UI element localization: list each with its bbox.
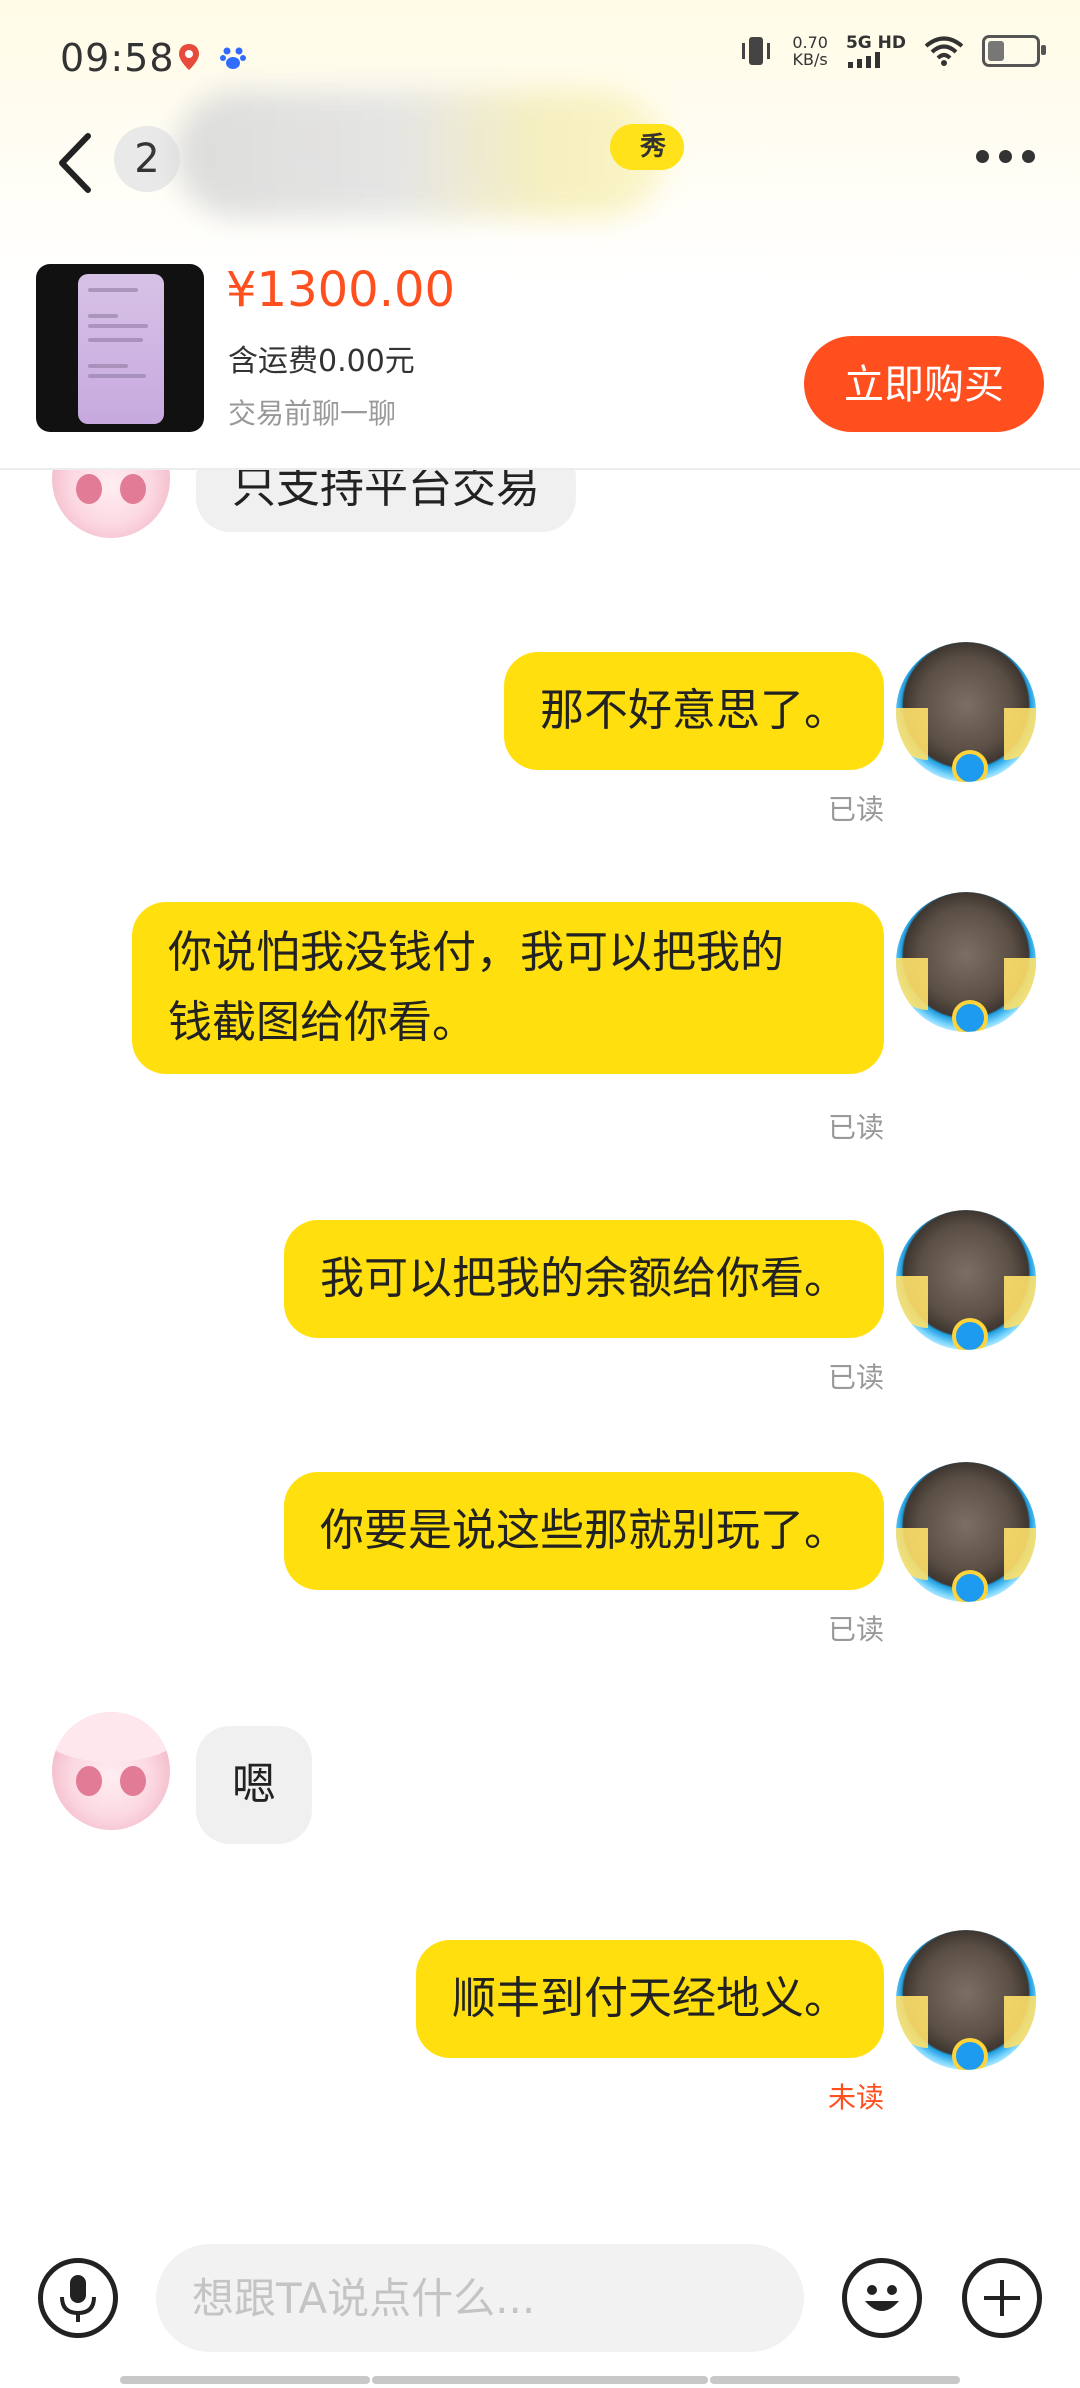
message-bubble-outgoing[interactable]: 你要是说这些那就别玩了。	[284, 1472, 884, 1590]
emoji-icon[interactable]	[842, 2258, 922, 2338]
message-list[interactable]: 只支持平台交易 那不好意思了。 已读 你说怕我没钱付，我可以把我的 钱截图给你看…	[0, 470, 1080, 2240]
message-bubble-outgoing[interactable]: 那不好意思了。	[504, 652, 884, 770]
more-icon[interactable]	[976, 150, 1035, 163]
unread-count-badge: 2	[114, 126, 180, 192]
net-speed: 0.70 KB/s	[792, 33, 828, 69]
my-avatar[interactable]	[896, 892, 1036, 1032]
network-type: 5G HD	[845, 32, 906, 53]
unread-status: 未读	[827, 2081, 884, 2114]
message-bubble-outgoing[interactable]: 顺丰到付天经地义。	[416, 1940, 884, 2058]
read-status: 已读	[827, 1111, 884, 1144]
chat-header: 09:58 0.70 KB/s 5G HD 2 秀 ¥1300.00 含运费0.…	[0, 0, 1080, 470]
message-input[interactable]	[156, 2244, 804, 2352]
message-bubble-outgoing[interactable]: 你说怕我没钱付，我可以把我的 钱截图给你看。	[132, 902, 884, 1074]
product-thumbnail[interactable]	[36, 264, 204, 432]
wifi-icon	[924, 36, 964, 66]
shipping-fee: 含运费0.00元	[228, 344, 415, 379]
baidu-paw-icon	[220, 47, 246, 69]
microphone-icon[interactable]	[38, 2258, 118, 2338]
message-bubble-incoming[interactable]: 嗯	[196, 1726, 312, 1844]
message-bubble-outgoing[interactable]: 我可以把我的余额给你看。	[284, 1220, 884, 1338]
contact-avatar[interactable]	[52, 470, 170, 538]
signal: 5G HD	[845, 32, 906, 68]
contact-name-blurred	[175, 90, 665, 218]
read-status: 已读	[827, 793, 884, 826]
status-indicators: 0.70 KB/s 5G HD	[738, 32, 1046, 69]
input-bar	[0, 2220, 1080, 2388]
seller-badge: 秀	[610, 124, 685, 170]
read-status: 已读	[827, 1361, 884, 1394]
vibrate-icon	[742, 37, 771, 65]
signal-bars-icon	[847, 51, 880, 68]
my-avatar[interactable]	[896, 1462, 1036, 1602]
my-avatar[interactable]	[896, 642, 1036, 782]
my-avatar[interactable]	[896, 1930, 1036, 2070]
read-status: 已读	[827, 1613, 884, 1646]
status-time: 09:58	[60, 36, 175, 80]
home-indicator	[710, 2376, 960, 2384]
home-indicator	[372, 2376, 708, 2384]
home-indicator	[120, 2376, 370, 2384]
contact-avatar[interactable]	[52, 1712, 170, 1830]
buy-now-button[interactable]: 立即购买	[804, 336, 1044, 432]
product-price: ¥1300.00	[226, 262, 456, 318]
my-avatar[interactable]	[896, 1210, 1036, 1350]
chat-hint: 交易前聊一聊	[228, 397, 397, 430]
back-icon[interactable]	[50, 128, 110, 198]
map-pin-icon	[179, 44, 199, 70]
battery-icon	[982, 35, 1046, 67]
plus-icon[interactable]	[962, 2258, 1042, 2338]
message-bubble-incoming[interactable]: 只支持平台交易	[196, 470, 576, 532]
